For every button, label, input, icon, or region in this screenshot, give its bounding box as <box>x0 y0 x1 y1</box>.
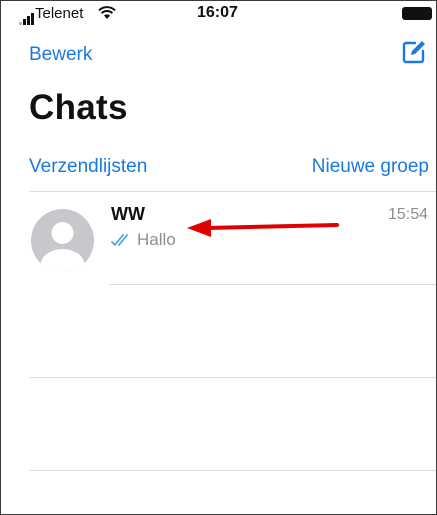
last-message-preview: Hallo <box>137 230 176 249</box>
divider <box>29 377 436 378</box>
page-title: Chats <box>29 88 128 127</box>
carrier-name: Telenet <box>35 5 84 22</box>
wifi-icon <box>98 6 116 19</box>
broadcast-lists-link[interactable]: Verzendlijsten <box>29 156 147 178</box>
chat-row[interactable]: WW 15:54 Hallo <box>1 193 436 285</box>
red-arrow-icon <box>187 219 339 237</box>
new-group-link[interactable]: Nieuwe groep <box>312 156 429 178</box>
battery-icon <box>402 7 432 20</box>
signal-bars-icon <box>19 7 35 25</box>
status-bar: Telenet 16:07 <box>1 1 436 27</box>
contact-name: WW <box>111 204 145 224</box>
double-check-icon <box>111 234 128 246</box>
divider <box>109 284 436 285</box>
divider <box>29 470 436 471</box>
chat-timestamp: 15:54 <box>387 206 428 223</box>
default-avatar-icon <box>31 209 94 272</box>
clock: 16:07 <box>197 4 238 21</box>
phone-screen: Telenet 16:07 Bewerk Chats Verzendlijste… <box>0 0 437 515</box>
edit-button[interactable]: Bewerk <box>29 44 92 66</box>
compose-icon[interactable] <box>401 39 427 65</box>
divider <box>29 191 436 192</box>
